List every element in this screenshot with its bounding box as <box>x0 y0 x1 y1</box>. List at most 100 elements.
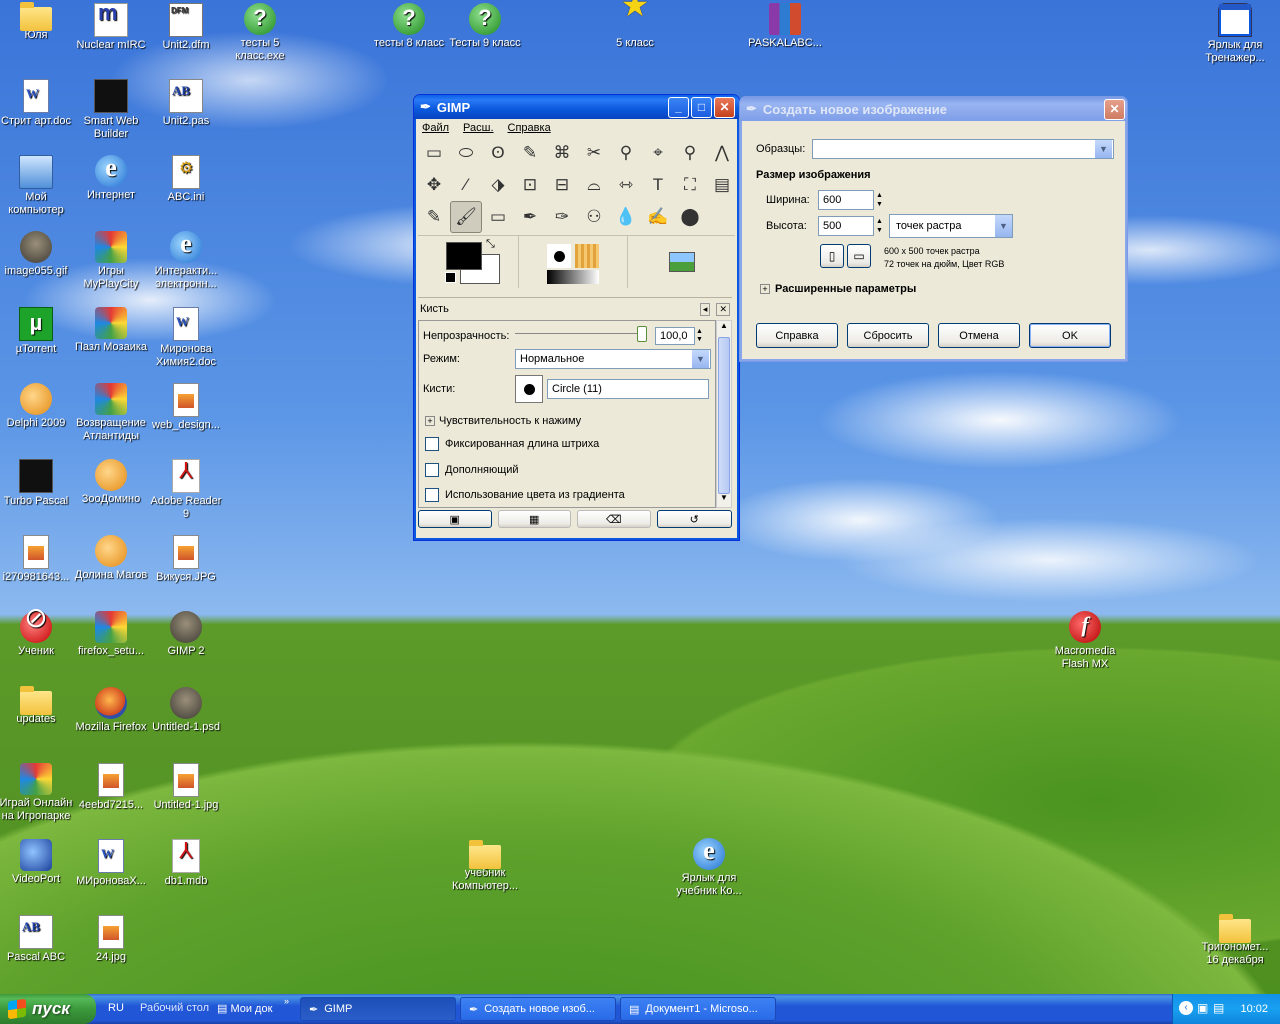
fuzzy-select-icon[interactable]: ✎ <box>514 137 546 169</box>
desktop-icon[interactable]: Ярлык для учебник Ко... <box>671 836 747 898</box>
color-select-icon[interactable]: ⌘ <box>546 137 578 169</box>
task-gimp[interactable]: ✒ GIMP <box>300 997 456 1021</box>
scale-icon[interactable]: ⌓ <box>578 169 610 201</box>
start-button[interactable]: пуск <box>0 994 96 1024</box>
airbrush-icon[interactable]: ⚇ <box>578 201 610 233</box>
dialog-close-button[interactable]: ✕ <box>1104 98 1125 120</box>
desktop-icon[interactable]: firefox_setu... <box>73 611 149 658</box>
minimize-button[interactable]: _ <box>668 96 689 118</box>
language-indicator[interactable]: RU <box>108 1002 124 1014</box>
opacity-spin[interactable]: ▲ ▼ <box>696 328 703 344</box>
monitor-icon[interactable]: ▤ <box>1213 1001 1224 1015</box>
desktop-icon[interactable]: db1.mdb <box>148 839 224 888</box>
dock-scrollbar[interactable]: ▲ ▼ <box>716 320 732 508</box>
swap-colors-icon[interactable]: ⤡ <box>486 238 495 251</box>
desktop-icon[interactable]: Интеракти... электронн... <box>148 229 224 291</box>
ellipse-select-icon[interactable]: ⬭ <box>450 137 482 169</box>
desktop-icon[interactable]: Smart Web Builder <box>73 79 149 141</box>
ink-icon[interactable]: 💧 <box>610 201 642 233</box>
gradient-preview[interactable] <box>547 270 599 284</box>
task-word[interactable]: ▤ Документ1 - Microso... <box>620 997 776 1021</box>
desktop-icon[interactable]: Mozilla Firefox <box>73 687 149 734</box>
opacity-field[interactable]: 100,0 <box>655 327 695 345</box>
dock-tab-title[interactable]: Кисть <box>420 303 449 315</box>
desktop-icon[interactable]: Возвращение Атлантиды <box>73 383 149 443</box>
menu-extensions[interactable]: Расш. <box>463 122 493 134</box>
height-spin[interactable]: ▲ ▼ <box>876 217 883 235</box>
desktop-icon[interactable]: Тригономет... 16 декабря <box>1197 914 1273 967</box>
flip-icon[interactable]: ⛶ <box>674 169 706 201</box>
desktop-icon[interactable]: i270981643... <box>0 535 74 584</box>
height-field[interactable]: 500 <box>818 216 874 236</box>
foreground-select-icon[interactable]: ⚲ <box>610 137 642 169</box>
zoom-icon[interactable]: ⋀ <box>706 137 738 169</box>
desktop-icon[interactable]: Интернет <box>73 153 149 202</box>
width-field[interactable]: 600 <box>818 190 874 210</box>
paintbrush-icon[interactable]: ✒ <box>514 201 546 233</box>
templates-select[interactable]: ▼ <box>812 139 1114 159</box>
desktop-icon[interactable]: Юля <box>0 2 74 42</box>
desktop-icon[interactable]: Delphi 2009 <box>0 383 74 430</box>
landscape-button[interactable]: ▭ <box>847 244 871 268</box>
mode-select[interactable]: Нормальное ▼ <box>515 349 711 369</box>
shear-icon[interactable]: ⇿ <box>610 169 642 201</box>
desktop-icon[interactable]: тесты 8 класс <box>371 3 447 50</box>
rect-select-icon[interactable]: ▭ <box>418 137 450 169</box>
desktop-icon[interactable]: Unit2.dfm <box>148 3 224 52</box>
desktop-icon[interactable]: 5 класс <box>597 0 673 50</box>
desktop-icon[interactable]: учебник Компьютер... <box>447 840 523 893</box>
paths-icon[interactable]: ⌖ <box>642 137 674 169</box>
quicklaunch-docs[interactable]: ▤ Мои док <box>217 1002 272 1015</box>
color-picker-icon[interactable]: ⚲ <box>674 137 706 169</box>
network-icon[interactable]: ▣ <box>1197 1001 1208 1015</box>
bucket-fill-icon[interactable]: ✎ <box>418 201 450 233</box>
desktop-icon[interactable]: Долина Магов <box>73 535 149 582</box>
desktop-icon[interactable]: Unit2.pas <box>148 79 224 128</box>
tray-expand-icon[interactable]: ‹ <box>1179 1001 1193 1015</box>
dock-close-icon[interactable]: ✕ <box>716 302 730 316</box>
clock[interactable]: 10:02 <box>1240 1003 1268 1015</box>
desktop-icon[interactable]: Стрит арт.doc <box>0 79 74 128</box>
delete-options-button[interactable]: ⌫ <box>577 510 651 528</box>
crop-icon[interactable]: ⊡ <box>514 169 546 201</box>
opacity-slider[interactable] <box>515 325 647 342</box>
quicklaunch-more-icon[interactable]: » <box>284 996 289 1006</box>
image-preview-icon[interactable] <box>628 252 735 272</box>
brush-button[interactable] <box>515 375 543 403</box>
gimp-titlebar[interactable]: ✒ GIMP _ □ ✕ <box>414 95 739 119</box>
desktop-icon[interactable]: Игры MyPlayCity <box>73 231 149 291</box>
blend-icon[interactable]: 🖌 <box>450 201 482 233</box>
pattern-preview[interactable] <box>575 244 599 268</box>
desktop-icon[interactable]: Викуся.JPG <box>148 535 224 584</box>
unit-select[interactable]: точек растра ▼ <box>888 214 1013 238</box>
save-options-button[interactable]: ▣ <box>418 510 492 528</box>
eraser-icon[interactable]: ✑ <box>546 201 578 233</box>
desktop-icon[interactable]: µTorrent <box>0 307 74 356</box>
close-button[interactable]: ✕ <box>714 96 735 118</box>
desktop-icon[interactable]: updates <box>0 686 74 726</box>
desktop-icon[interactable]: GIMP 2 <box>148 611 224 658</box>
move-icon[interactable]: ⁄ <box>450 169 482 201</box>
desktop-icon[interactable]: Turbo Pascal <box>0 459 74 508</box>
cancel-button[interactable]: Отмена <box>938 323 1020 348</box>
desktop-icon[interactable]: тесты 5 класс.exe <box>222 3 298 63</box>
brush-pattern-gradient[interactable] <box>518 236 628 288</box>
fixed-length-checkbox[interactable]: Фиксированная длина штриха <box>425 437 599 451</box>
desktop-icon[interactable]: ЗооДомино <box>73 459 149 506</box>
desktop-icon[interactable]: Nuclear mIRC <box>73 0 149 52</box>
reset-button[interactable]: Сбросить <box>847 323 929 348</box>
default-colors-icon[interactable] <box>445 272 456 283</box>
scissors-icon[interactable]: ✂ <box>578 137 610 169</box>
desktop-icon[interactable]: Adobe Reader 9 <box>148 459 224 521</box>
desktop-icon[interactable]: Пазл Мозаика <box>73 307 149 354</box>
perspective-icon[interactable]: T <box>642 169 674 201</box>
incremental-checkbox[interactable]: Дополняющий <box>425 463 519 477</box>
desktop-icon[interactable]: МИроноваХ... <box>73 839 149 888</box>
desktop-icon[interactable]: Ярлык для Тренажер... <box>1197 3 1273 65</box>
task-new-image[interactable]: ✒ Создать новое изоб... <box>460 997 616 1021</box>
width-spin[interactable]: ▲ ▼ <box>876 191 883 209</box>
desktop-icon[interactable]: Мой компьютер <box>0 155 74 217</box>
desktop-icon[interactable]: Играй Онлайн на Игропарке <box>0 763 74 823</box>
pressure-expander[interactable]: + Чувствительность к нажиму <box>425 415 581 427</box>
quicklaunch-desktop[interactable]: Рабочий стол <box>140 1002 209 1014</box>
